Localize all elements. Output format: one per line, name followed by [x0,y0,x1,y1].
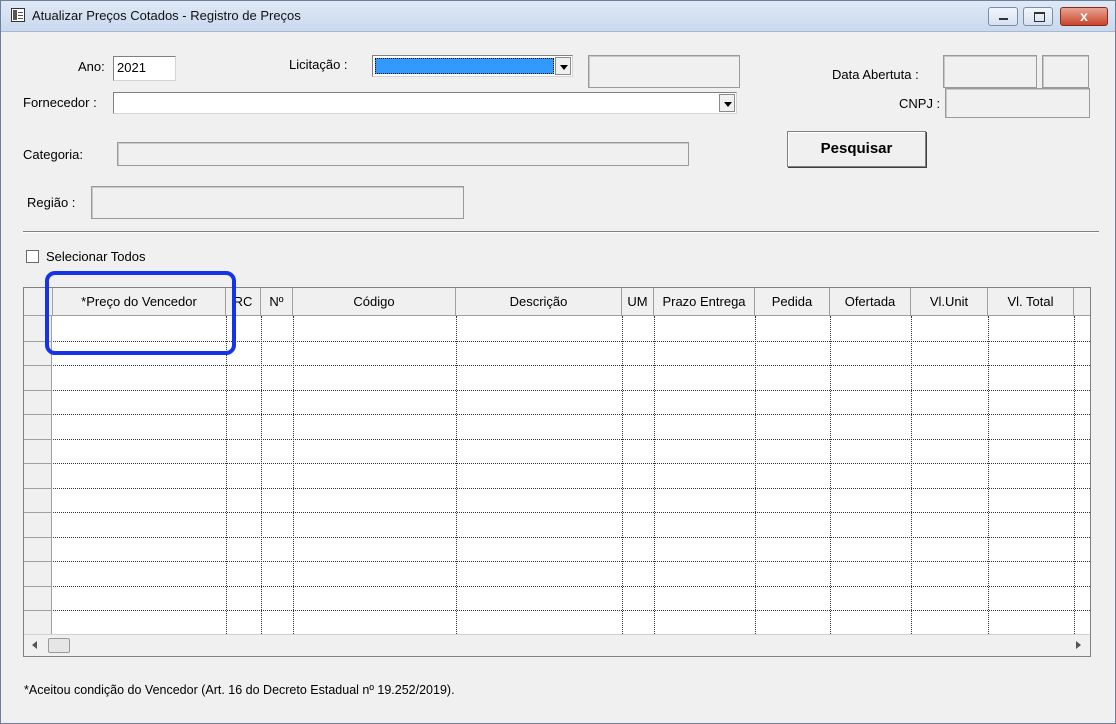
grid-row-line [24,487,1090,489]
close-icon: x [1080,8,1088,24]
row-selector-line [24,463,52,464]
maximize-icon [1034,12,1045,22]
selecionar-todos-checkbox[interactable] [26,250,39,263]
col-header-descricao[interactable]: Descrição [456,288,622,316]
scroll-right-icon[interactable] [1076,641,1081,649]
row-selector-line [24,512,52,513]
price-grid[interactable]: *Preço do Vencedor RC Nº Código Descriçã… [23,287,1091,657]
row-selector-line [24,536,52,538]
minimize-button[interactable] [988,7,1018,26]
licitacao-label: Licitação : [289,57,348,72]
form-icon [11,8,25,22]
col-header-pedida[interactable]: Pedida [755,288,830,316]
row-selector-line [24,585,52,587]
title-bar: Atualizar Preços Cotados - Registro de P… [1,1,1115,32]
col-header-prazo-entrega[interactable]: Prazo Entrega [654,288,755,316]
col-header-vl-total[interactable]: Vl. Total [988,288,1074,316]
row-selector-line [24,365,52,366]
regiao-field [91,186,464,219]
data-abertura-label: Data Abertuta : [832,67,919,82]
data-abertura-time-field [1042,55,1089,88]
grid-row-line [24,512,1090,513]
data-abertura-field [943,55,1037,88]
row-selector-line [24,438,52,440]
col-header-extra [1074,288,1090,316]
grid-row-line [24,340,1090,342]
grid-row-line [24,365,1090,366]
regiao-label: Região : [27,195,76,210]
col-header-um[interactable]: UM [622,288,654,316]
grid-row-line [24,463,1090,464]
ano-value: 2021 [117,60,146,75]
grid-row-line [24,561,1090,562]
col-header-ofertada[interactable]: Ofertada [830,288,911,316]
scroll-left-icon[interactable] [32,641,37,649]
col-header-rc[interactable]: RC [226,288,261,316]
grid-row-line [24,610,1090,611]
app-window: Atualizar Preços Cotados - Registro de P… [0,0,1116,724]
col-header-numero[interactable]: Nº [261,288,293,316]
cnpj-field [945,88,1090,118]
row-selector-line [24,610,52,611]
row-selector-line [24,487,52,489]
row-selector-line [24,340,52,342]
licitacao-dropdown-button[interactable] [555,57,571,75]
licitacao-selected-value [375,58,554,74]
col-header-codigo[interactable]: Código [293,288,456,316]
window-title: Atualizar Preços Cotados - Registro de P… [32,8,301,23]
horizontal-scrollbar[interactable] [24,634,1090,656]
col-header-preco-vencedor[interactable]: *Preço do Vencedor [53,288,226,316]
licitacao-combo[interactable] [372,55,573,77]
col-header-vl-unit[interactable]: Vl.Unit [911,288,988,316]
row-selector-line [24,561,52,562]
grid-row-line [24,389,1090,391]
scroll-thumb[interactable] [48,638,70,653]
pesquisar-button[interactable]: Pesquisar [787,131,926,167]
row-selector-line [24,389,52,391]
footnote: *Aceitou condição do Vencedor (Art. 16 d… [24,683,455,697]
minimize-icon [999,18,1008,20]
grid-row-line [24,536,1090,538]
ano-field[interactable]: 2021 [113,56,176,81]
maximize-button[interactable] [1023,7,1053,26]
fornecedor-dropdown-button[interactable] [719,94,735,112]
fornecedor-label: Fornecedor : [23,95,97,110]
selecionar-todos-label: Selecionar Todos [46,249,146,264]
grid-row-line [24,438,1090,440]
grid-row-line [24,585,1090,587]
grid-corner-header [24,288,53,316]
fornecedor-combo[interactable] [113,92,737,114]
close-button[interactable]: x [1060,7,1108,26]
grid-row-line [24,414,1090,415]
categoria-label: Categoria: [23,147,83,162]
row-selector-line [24,414,52,415]
categoria-field [117,142,689,166]
cnpj-label: CNPJ : [899,96,941,111]
licitacao-description-field [588,55,740,88]
section-divider [23,231,1099,233]
ano-label: Ano: [78,59,105,74]
